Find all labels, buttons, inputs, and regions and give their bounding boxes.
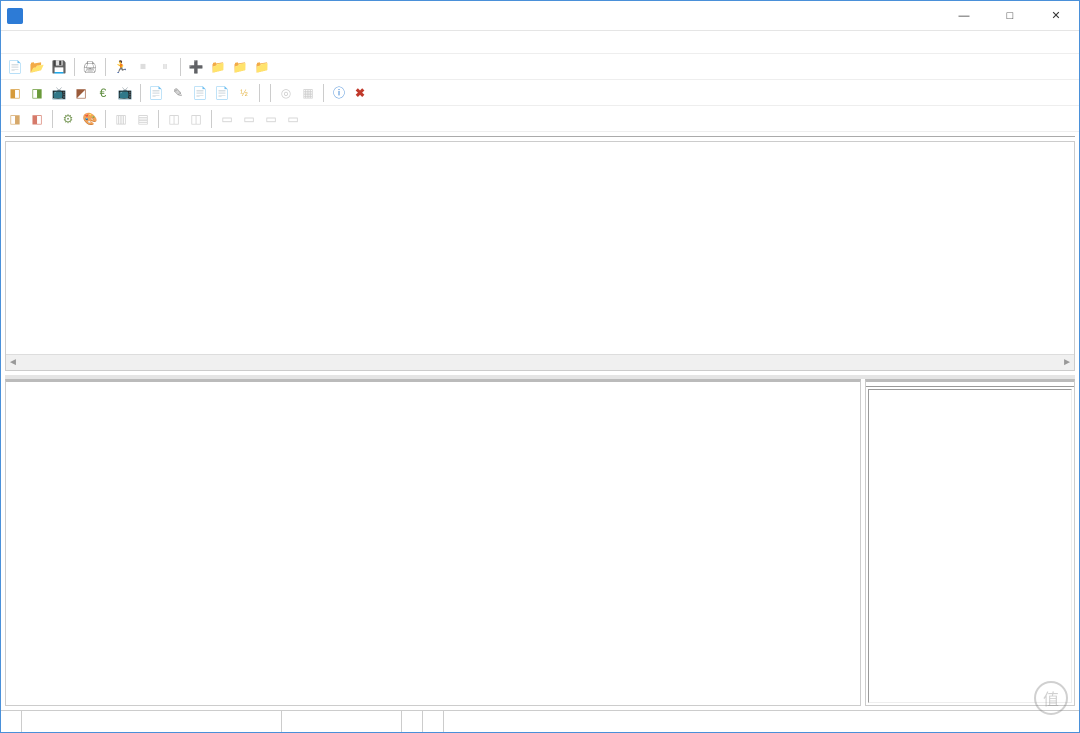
open-folder-icon[interactable]: 📂 [27, 57, 47, 77]
toolbar-filters: ◧ ◨ 📺 ◩ € 📺 📄 ✎ 📄 📄 ½ ◎ ▦ ⓘ ✖ [1, 79, 1079, 105]
chart-icon-10[interactable]: ▭ [239, 109, 259, 129]
new-file-icon[interactable]: 📄 [5, 57, 25, 77]
folder2-icon[interactable]: 📁 [230, 57, 250, 77]
folder1-icon[interactable]: 📁 [208, 57, 228, 77]
status-start [22, 711, 282, 732]
chart-icon-6[interactable]: ▤ [133, 109, 153, 129]
add-icon[interactable]: ➕ [186, 57, 206, 77]
minimize-button[interactable]: — [941, 1, 987, 31]
chart-icon-2[interactable]: ◧ [27, 109, 47, 129]
scroll-left-icon[interactable]: ◄ [8, 357, 18, 368]
chart-icon-11[interactable]: ▭ [261, 109, 281, 129]
status-config [282, 711, 402, 732]
app-icon [7, 8, 23, 24]
toolbar-chart: ◨ ◧ ⚙ 🎨 ▥ ▤ ◫ ◫ ▭ ▭ ▭ ▭ [1, 105, 1079, 131]
save-icon[interactable]: 💾 [49, 57, 69, 77]
horizontal-scrollbar[interactable]: ◄ ► [6, 354, 1074, 370]
chart-icon-12[interactable]: ▭ [283, 109, 303, 129]
info-icon[interactable]: ⓘ [329, 83, 349, 103]
run-icon[interactable]: 🏃 [111, 57, 131, 77]
tv2-icon[interactable]: 📺 [115, 83, 135, 103]
misc1-icon[interactable]: ◎ [276, 83, 296, 103]
status-result [444, 711, 1079, 732]
titlebar: — □ ✕ [1, 1, 1079, 31]
doc2-icon[interactable]: 📄 [190, 83, 210, 103]
status-end [402, 711, 423, 732]
maximize-button[interactable]: □ [987, 1, 1033, 31]
chart-canvas [6, 386, 860, 705]
print-icon[interactable]: 🖨 [80, 57, 100, 77]
legend-body [868, 389, 1072, 703]
legend-title [866, 382, 1074, 387]
ixia-logo: ✖ [355, 86, 367, 100]
tv1-icon[interactable]: 📺 [49, 83, 69, 103]
toolbar-main: 📄 📂 💾 🖨 🏃 ⏹ ⏸ ➕ 📁 📁 📁 [1, 53, 1079, 79]
chart-icon-8[interactable]: ◫ [186, 109, 206, 129]
edit-icon[interactable]: ✎ [168, 83, 188, 103]
stop-icon[interactable]: ⏹ [133, 57, 153, 77]
chart-icon-1[interactable]: ◨ [5, 109, 25, 129]
scroll-right-icon[interactable]: ► [1062, 357, 1072, 368]
list-icon[interactable]: ½ [234, 83, 254, 103]
icon-c[interactable]: ◩ [71, 83, 91, 103]
window-controls: — □ ✕ [941, 1, 1079, 31]
doc1-icon[interactable]: 📄 [146, 83, 166, 103]
folder3-icon[interactable]: 📁 [252, 57, 272, 77]
close-button[interactable]: ✕ [1033, 1, 1079, 31]
legend-panel [865, 379, 1075, 706]
chart-icon-7[interactable]: ◫ [164, 109, 184, 129]
menubar [1, 31, 1079, 53]
eur-icon[interactable]: € [93, 83, 113, 103]
chart-icon-9[interactable]: ▭ [217, 109, 237, 129]
palette-icon[interactable]: 🎨 [80, 109, 100, 129]
misc2-icon[interactable]: ▦ [298, 83, 318, 103]
statusbar [1, 710, 1079, 732]
icon-a[interactable]: ◧ [5, 83, 25, 103]
pause-icon[interactable]: ⏸ [155, 57, 175, 77]
chart-area [5, 379, 1075, 706]
doc3-icon[interactable]: 📄 [212, 83, 232, 103]
status-runtime [423, 711, 444, 732]
chart-icon-3[interactable]: ⚙ [58, 109, 78, 129]
status-pairs [1, 711, 22, 732]
throughput-chart [5, 379, 861, 706]
chart-icon-5[interactable]: ▥ [111, 109, 131, 129]
results-grid: ◄ ► [5, 141, 1075, 371]
icon-b[interactable]: ◨ [27, 83, 47, 103]
